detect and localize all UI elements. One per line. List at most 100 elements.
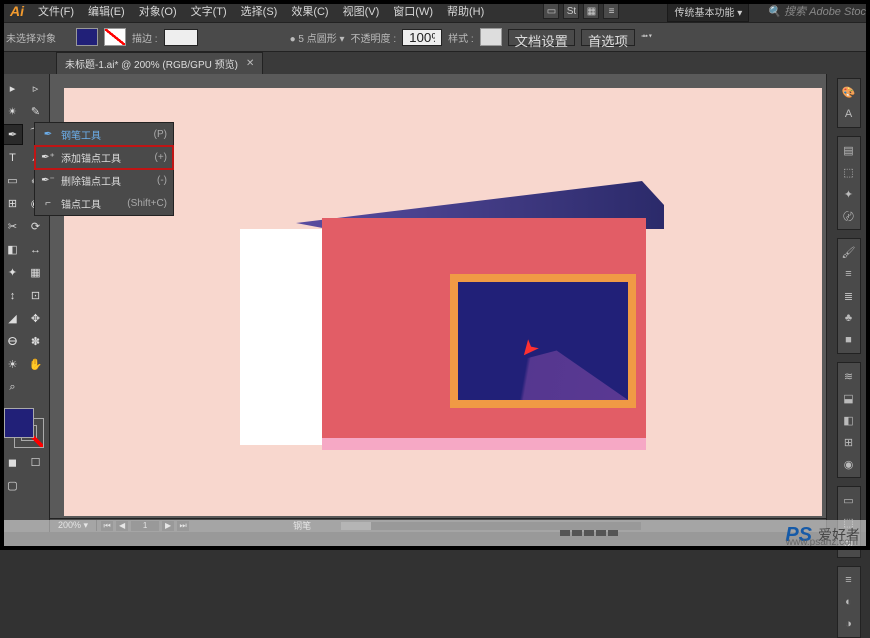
- panel-trans-icon[interactable]: ■: [840, 331, 858, 349]
- panel-color-icon[interactable]: 🎨: [840, 83, 858, 101]
- close-tab-icon[interactable]: ✕: [246, 58, 254, 69]
- stroke-weight-input[interactable]: [164, 29, 198, 46]
- menu-window[interactable]: 窗口(W): [387, 1, 439, 21]
- shape-white-box: [240, 229, 322, 445]
- panel-asset-icon[interactable]: ◉: [840, 455, 858, 473]
- workspace-switcher[interactable]: 传统基本功能 ▾: [667, 1, 749, 22]
- search-input[interactable]: 🔍 搜索 Adobe Stoc: [753, 3, 866, 19]
- tool-graph[interactable]: ✽: [25, 331, 46, 352]
- panel-stroke-icon[interactable]: 🖌: [840, 243, 858, 261]
- panel-link-icon[interactable]: 〄: [840, 207, 858, 225]
- menu-file[interactable]: 文件(F): [32, 1, 80, 21]
- flyout-add-anchor-tool[interactable]: ✒⁺ 添加锚点工具 (+): [35, 146, 173, 169]
- tool-mesh[interactable]: ↕: [2, 285, 23, 306]
- tool-free-transform[interactable]: ↔: [25, 239, 46, 260]
- panel-align-icon[interactable]: ≣: [840, 287, 858, 305]
- tool-scale[interactable]: ⟳: [25, 216, 46, 237]
- tool-type[interactable]: T: [2, 147, 23, 168]
- fill-stroke-control[interactable]: [2, 406, 46, 450]
- tool-shaper[interactable]: ⊞: [2, 193, 23, 214]
- tool-artboard[interactable]: ☀: [2, 354, 23, 375]
- panel-char-icon[interactable]: A: [840, 105, 858, 123]
- app-logo: Ai: [4, 3, 30, 19]
- hdr-icon-1[interactable]: ▭: [543, 3, 559, 19]
- stroke-swatch[interactable]: [104, 28, 126, 46]
- document-tab[interactable]: 未标题-1.ai* @ 200% (RGB/GPU 预览) ✕: [56, 52, 263, 74]
- fill-indicator[interactable]: [4, 408, 34, 438]
- tool-blend[interactable]: ✥: [25, 308, 46, 329]
- tool-magic-wand[interactable]: ✴: [2, 101, 23, 122]
- hdr-icon-arrange[interactable]: ≡: [603, 3, 619, 19]
- panel-graphicstyle-icon[interactable]: ⬓: [840, 389, 858, 407]
- stroke-label: 描边 :: [132, 30, 158, 45]
- menu-help[interactable]: 帮助(H): [441, 1, 490, 21]
- tool-direct-select[interactable]: ▹: [25, 78, 46, 99]
- convert-anchor-icon: ⌐: [41, 198, 55, 209]
- tool-pen[interactable]: ✒: [2, 124, 23, 145]
- panel-brushes-icon[interactable]: ⬚: [840, 163, 858, 181]
- panel-pathfinder-icon[interactable]: ♣: [840, 309, 858, 327]
- tool-lasso[interactable]: ✎: [25, 101, 46, 122]
- panel-appearance-icon[interactable]: ≋: [840, 367, 858, 385]
- pen-plus-icon: ✒⁺: [41, 152, 55, 163]
- panel-transparency-icon[interactable]: ◧: [840, 411, 858, 429]
- panel-symbols-icon[interactable]: ✦: [840, 185, 858, 203]
- watermark-url: www.psahz.com: [786, 537, 858, 548]
- tool-perspective[interactable]: ▦: [25, 262, 46, 283]
- tool-hand[interactable]: ✋: [25, 354, 46, 375]
- panel-layers-icon[interactable]: ⊞: [840, 433, 858, 451]
- selection-status: 未选择对象: [6, 30, 56, 45]
- tool-symbol-spray[interactable]: ⴱ: [2, 331, 23, 352]
- hdr-icon-2[interactable]: St: [563, 3, 579, 19]
- menu-edit[interactable]: 编辑(E): [82, 1, 131, 21]
- opacity-label: 不透明度 :: [351, 30, 397, 45]
- panel-artboards-icon[interactable]: ▭: [840, 491, 858, 509]
- color-mode-none[interactable]: ☐: [25, 452, 46, 473]
- tool-gradient[interactable]: ⊡: [25, 285, 46, 306]
- pen-tool-flyout: ✒ 钢笔工具 (P) ✒⁺ 添加锚点工具 (+) ✒⁻ 删除锚点工具 (-) ⌐…: [34, 122, 174, 216]
- tool-width[interactable]: ◧: [2, 239, 23, 260]
- style-swatch[interactable]: [480, 28, 502, 46]
- menu-type[interactable]: 文字(T): [185, 1, 233, 21]
- screen-mode[interactable]: ▢: [2, 475, 23, 496]
- brush-preset[interactable]: ● 5 点圆形 ▾: [290, 30, 345, 45]
- flyout-delete-anchor-tool[interactable]: ✒⁻ 删除锚点工具 (-): [35, 169, 173, 192]
- tool-blank: [25, 377, 46, 398]
- panel-misc2-icon[interactable]: ◐: [840, 593, 858, 611]
- panel-grad-icon[interactable]: ≡: [840, 265, 858, 283]
- footer-segments: [560, 530, 618, 536]
- panel-misc1-icon[interactable]: ≡: [840, 571, 858, 589]
- menu-select[interactable]: 选择(S): [235, 1, 284, 21]
- panel-misc3-icon[interactable]: ◑: [840, 615, 858, 633]
- pen-minus-icon: ✒⁻: [41, 175, 55, 186]
- shape-window-glass: ➤: [458, 282, 628, 400]
- menu-effect[interactable]: 效果(C): [285, 1, 334, 21]
- menu-object[interactable]: 对象(O): [133, 1, 183, 21]
- hdr-icon-3[interactable]: ▦: [583, 3, 599, 19]
- tool-rotate[interactable]: ✂: [2, 216, 23, 237]
- tool-shapebuilder[interactable]: ✦: [2, 262, 23, 283]
- color-mode-solid[interactable]: ◼: [2, 452, 23, 473]
- watermark-footer: PS 爱好者: [0, 520, 870, 550]
- pen-icon: ✒: [41, 129, 55, 140]
- tool-eyedropper[interactable]: ◢: [2, 308, 23, 329]
- prefs-button[interactable]: 首选项: [581, 29, 635, 46]
- doc-setup-button[interactable]: 文档设置: [508, 29, 575, 46]
- tool-selection[interactable]: ▸: [2, 78, 23, 99]
- flyout-pen-tool[interactable]: ✒ 钢笔工具 (P): [35, 123, 173, 146]
- document-tabbar: 未标题-1.ai* @ 200% (RGB/GPU 预览) ✕: [0, 52, 870, 74]
- fill-swatch[interactable]: [76, 28, 98, 46]
- flyout-anchor-tool[interactable]: ⌐ 锚点工具 (Shift+C): [35, 192, 173, 215]
- right-panel-dock: 🎨A ▤⬚✦〄 🖌≡≣♣■ ≋⬓◧⊞◉ ▭⬚⊞ ≡◐◑: [826, 74, 870, 532]
- menubar: Ai 文件(F) 编辑(E) 对象(O) 文字(T) 选择(S) 效果(C) 视…: [0, 0, 870, 22]
- opacity-input[interactable]: [402, 29, 442, 46]
- shape-window: ➤: [450, 274, 636, 408]
- control-bar: 未选择对象 描边 : ● 5 点圆形 ▾ 不透明度 : 样式 : 文档设置 首选…: [0, 22, 870, 52]
- menu-view[interactable]: 视图(V): [337, 1, 386, 21]
- tool-rectangle[interactable]: ▭: [2, 170, 23, 191]
- pin-icon[interactable]: ⭼▾: [641, 29, 652, 46]
- artboard: ➤: [64, 88, 822, 516]
- style-label: 样式 :: [448, 30, 474, 45]
- panel-swatches-icon[interactable]: ▤: [840, 141, 858, 159]
- tool-zoom[interactable]: ⌕: [2, 377, 23, 398]
